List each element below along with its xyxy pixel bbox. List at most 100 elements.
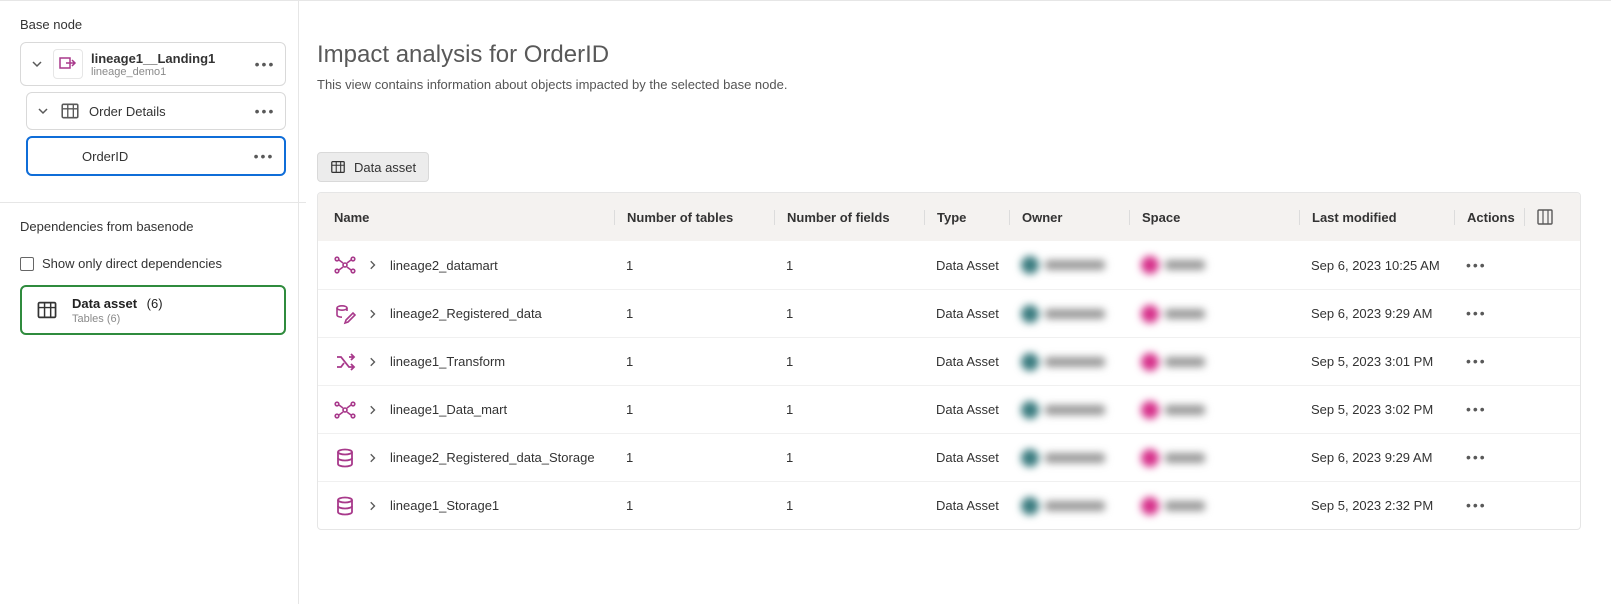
graph-icon: [334, 399, 356, 421]
chevron-right-icon[interactable]: [366, 258, 380, 272]
data-asset-pill[interactable]: Data asset: [317, 152, 429, 182]
landing-icon: [53, 49, 83, 79]
edit-db-icon: [334, 303, 356, 325]
chevron-right-icon[interactable]: [366, 451, 380, 465]
chevron-down-icon[interactable]: [29, 56, 45, 72]
avatar: [1141, 353, 1159, 371]
selected-node-card[interactable]: OrderID •••: [26, 136, 286, 176]
col-type[interactable]: Type: [924, 210, 1009, 225]
more-button[interactable]: •••: [253, 99, 277, 123]
filter-count: (6): [147, 296, 163, 311]
row-tables: 1: [614, 258, 774, 273]
row-tables: 1: [614, 498, 774, 513]
more-button[interactable]: •••: [252, 144, 276, 168]
avatar: [1141, 497, 1159, 515]
col-name[interactable]: Name: [334, 210, 614, 225]
space-name-redacted: [1165, 309, 1205, 319]
row-more-button[interactable]: •••: [1454, 258, 1524, 273]
row-modified: Sep 5, 2023 3:01 PM: [1299, 354, 1454, 369]
avatar: [1021, 256, 1039, 274]
row-more-button[interactable]: •••: [1454, 402, 1524, 417]
column-config-button[interactable]: [1524, 208, 1564, 226]
data-asset-icon: [32, 295, 62, 325]
row-modified: Sep 6, 2023 9:29 AM: [1299, 450, 1454, 465]
row-more-button[interactable]: •••: [1454, 498, 1524, 513]
direct-deps-checkbox[interactable]: Show only direct dependencies: [20, 256, 286, 271]
base-node-text: lineage1__Landing1 lineage_demo1: [91, 51, 245, 78]
table-row[interactable]: lineage2_Registered_data_Storage 1 1 Dat…: [318, 433, 1580, 481]
chevron-right-icon[interactable]: [366, 307, 380, 321]
row-tables: 1: [614, 402, 774, 417]
row-modified: Sep 6, 2023 9:29 AM: [1299, 306, 1454, 321]
row-space: [1129, 305, 1299, 323]
row-fields: 1: [774, 450, 924, 465]
owner-name-redacted: [1045, 405, 1105, 415]
main-content: Impact analysis for OrderID This view co…: [299, 1, 1611, 604]
row-tables: 1: [614, 450, 774, 465]
row-type: Data Asset: [924, 402, 1009, 417]
page-title: Impact analysis for OrderID: [317, 41, 1581, 69]
selected-node-title: OrderID: [36, 149, 244, 164]
row-owner: [1009, 497, 1129, 515]
filter-text: Data asset (6) Tables (6): [72, 296, 163, 325]
avatar: [1021, 497, 1039, 515]
space-name-redacted: [1165, 357, 1205, 367]
avatar: [1021, 305, 1039, 323]
col-fields[interactable]: Number of fields: [774, 210, 924, 225]
row-more-button[interactable]: •••: [1454, 306, 1524, 321]
row-owner: [1009, 305, 1129, 323]
chevron-right-icon[interactable]: [366, 355, 380, 369]
row-space: [1129, 497, 1299, 515]
data-asset-filter[interactable]: Data asset (6) Tables (6): [20, 285, 286, 335]
table-row[interactable]: lineage1_Data_mart 1 1 Data Asset Sep 5,…: [318, 385, 1580, 433]
row-space: [1129, 353, 1299, 371]
dots-icon: •••: [254, 149, 275, 163]
row-name: lineage1_Transform: [390, 354, 505, 369]
row-modified: Sep 5, 2023 2:32 PM: [1299, 498, 1454, 513]
row-more-button[interactable]: •••: [1454, 354, 1524, 369]
filter-subtitle: Tables (6): [72, 313, 163, 325]
chevron-down-icon[interactable]: [35, 103, 51, 119]
row-type: Data Asset: [924, 354, 1009, 369]
table-row[interactable]: lineage2_datamart 1 1 Data Asset Sep 6, …: [318, 241, 1580, 289]
base-node-card[interactable]: lineage1__Landing1 lineage_demo1 •••: [20, 42, 286, 86]
row-fields: 1: [774, 306, 924, 321]
data-asset-icon: [330, 159, 346, 175]
col-modified[interactable]: Last modified: [1299, 210, 1454, 225]
row-name: lineage1_Storage1: [390, 498, 499, 513]
row-name: lineage1_Data_mart: [390, 402, 507, 417]
base-node-title: lineage1__Landing1: [91, 51, 245, 66]
dots-icon: •••: [1466, 449, 1487, 465]
chevron-right-icon[interactable]: [366, 499, 380, 513]
row-owner: [1009, 449, 1129, 467]
child-node-card[interactable]: Order Details •••: [26, 92, 286, 130]
dots-icon: •••: [1466, 305, 1487, 321]
col-owner[interactable]: Owner: [1009, 210, 1129, 225]
row-space: [1129, 256, 1299, 274]
db-icon: [334, 495, 356, 517]
row-owner: [1009, 401, 1129, 419]
more-button[interactable]: •••: [253, 52, 277, 76]
db-icon: [334, 447, 356, 469]
dots-icon: •••: [255, 104, 276, 118]
table-row[interactable]: lineage2_Registered_data 1 1 Data Asset …: [318, 289, 1580, 337]
row-tables: 1: [614, 354, 774, 369]
col-actions: Actions: [1454, 210, 1524, 225]
chevron-right-icon[interactable]: [366, 403, 380, 417]
col-tables[interactable]: Number of tables: [614, 210, 774, 225]
pill-label: Data asset: [354, 160, 416, 175]
avatar: [1021, 353, 1039, 371]
table-row[interactable]: lineage1_Transform 1 1 Data Asset Sep 5,…: [318, 337, 1580, 385]
dependencies-label: Dependencies from basenode: [20, 219, 286, 234]
table-row[interactable]: lineage1_Storage1 1 1 Data Asset Sep 5, …: [318, 481, 1580, 529]
table-header: Name Number of tables Number of fields T…: [318, 193, 1580, 241]
dots-icon: •••: [1466, 497, 1487, 513]
shuffle-icon: [334, 351, 356, 373]
row-name: lineage2_datamart: [390, 258, 498, 273]
row-more-button[interactable]: •••: [1454, 450, 1524, 465]
row-tables: 1: [614, 306, 774, 321]
row-fields: 1: [774, 258, 924, 273]
row-name: lineage2_Registered_data: [390, 306, 542, 321]
col-space[interactable]: Space: [1129, 210, 1299, 225]
owner-name-redacted: [1045, 260, 1105, 270]
